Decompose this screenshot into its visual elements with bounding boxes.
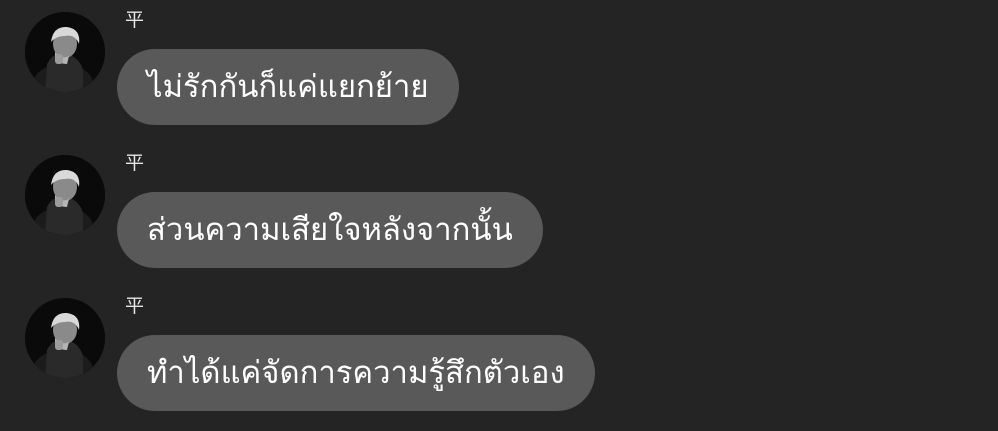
profile-photo-icon bbox=[25, 12, 105, 92]
sender-name: 平 bbox=[125, 152, 145, 174]
message-bubble[interactable]: ส่วนความเสียใจหลังจากนั้น bbox=[117, 192, 543, 268]
profile-photo-icon bbox=[25, 298, 105, 378]
sender-name: 平 bbox=[125, 295, 145, 317]
sender-name: 平 bbox=[125, 9, 145, 31]
message-bubble[interactable]: ทำได้แค่จัดการความรู้สึกตัวเอง bbox=[117, 335, 595, 411]
avatar[interactable] bbox=[25, 12, 105, 92]
message-row: 平 ไม่รักกันก็แค่แยกย้าย bbox=[0, 0, 998, 140]
message-row: 平 ส่วนความเสียใจหลังจากนั้น bbox=[0, 143, 998, 283]
message-row: 平 ทำได้แค่จัดการความรู้สึกตัวเอง bbox=[0, 286, 998, 426]
avatar[interactable] bbox=[25, 155, 105, 235]
message-bubble[interactable]: ไม่รักกันก็แค่แยกย้าย bbox=[117, 49, 459, 125]
profile-photo-icon bbox=[25, 155, 105, 235]
avatar[interactable] bbox=[25, 298, 105, 378]
chat-thread: 平 ไม่รักกันก็แค่แยกย้าย 平 ส่วนความเสียใจ… bbox=[0, 0, 998, 431]
